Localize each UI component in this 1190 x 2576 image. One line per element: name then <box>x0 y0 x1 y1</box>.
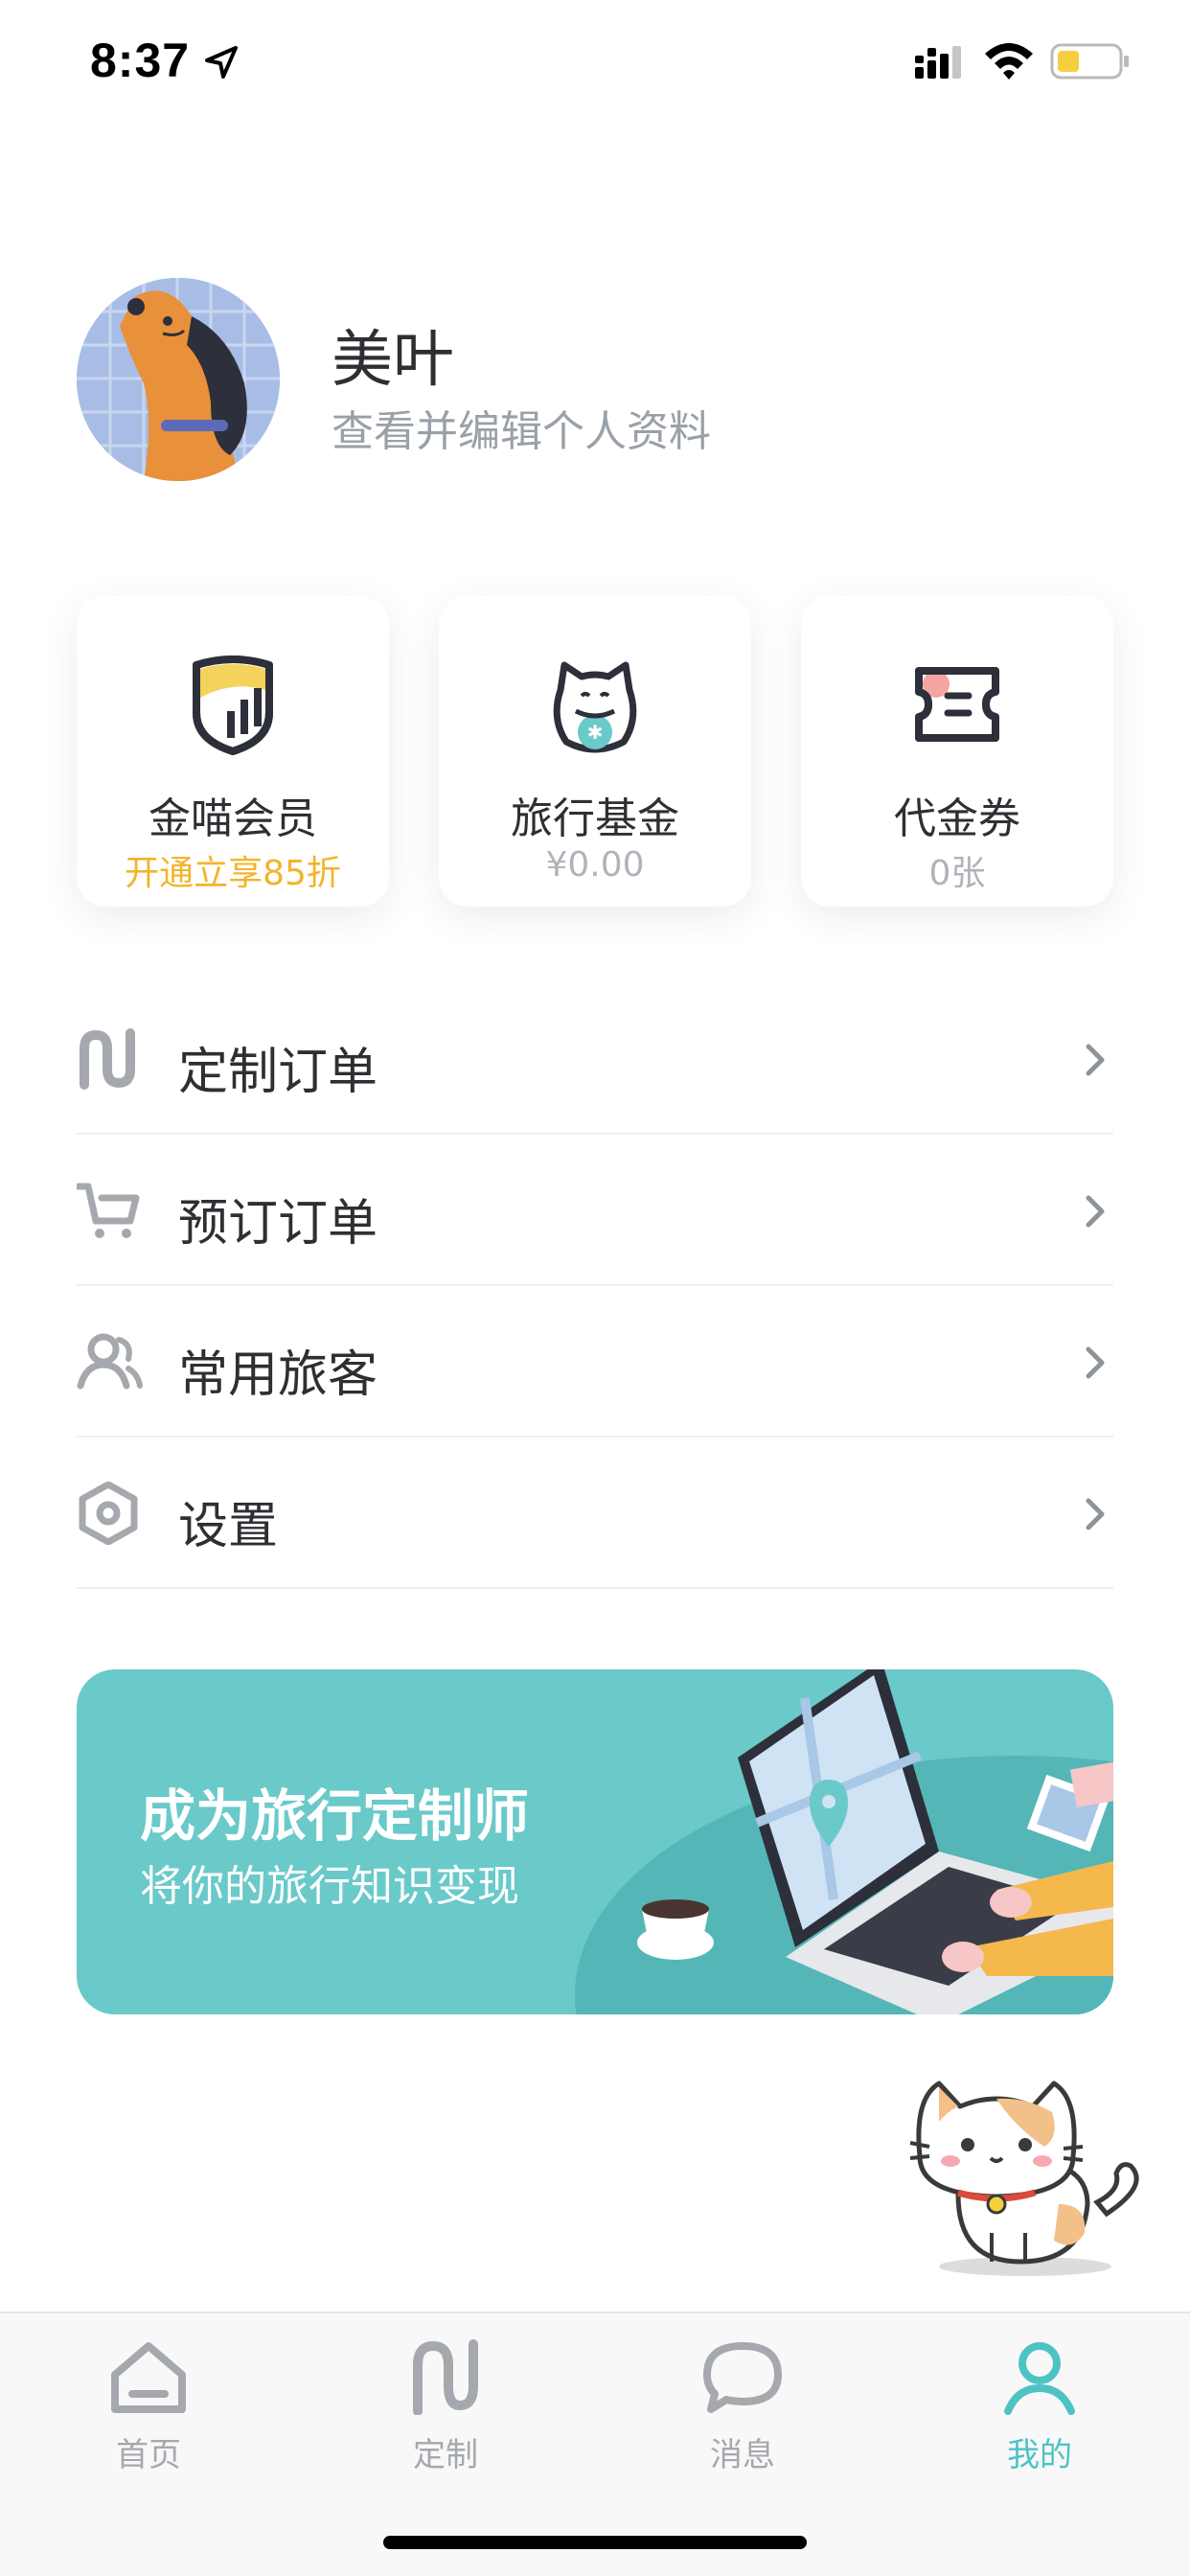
chevron-right-icon <box>1086 1195 1105 1228</box>
tab-label: 定制 <box>413 2436 478 2474</box>
tab-messages[interactable]: 消息 <box>647 2338 838 2492</box>
cart-icon <box>77 1183 140 1238</box>
tab-profile[interactable]: 我的 <box>944 2338 1135 2492</box>
travelers-icon <box>77 1333 143 1390</box>
become-planner-banner[interactable]: 成为旅行定制师 将你的旅行知识变现 <box>77 1669 1113 2014</box>
tab-label: 我的 <box>1007 2436 1072 2474</box>
banner-subtitle: 将你的旅行知识变现 <box>140 1862 519 1911</box>
tab-home[interactable]: 首页 <box>53 2338 244 2492</box>
menu-item-frequent-travelers[interactable]: 常用旅客 <box>77 1286 1113 1438</box>
message-icon <box>703 2342 782 2413</box>
tab-label: 消息 <box>710 2436 775 2474</box>
menu-item-booking-orders[interactable]: 预订订单 <box>77 1135 1113 1286</box>
home-indicator[interactable] <box>383 2536 807 2549</box>
ticket-icon <box>915 667 999 742</box>
shield-member-icon <box>193 656 273 755</box>
profile-icon <box>1004 2342 1075 2415</box>
chevron-right-icon <box>1086 1498 1105 1530</box>
avatar[interactable] <box>77 278 280 481</box>
banner-title: 成为旅行定制师 <box>140 1783 530 1849</box>
card-subtitle: 开通立享85折 <box>125 854 341 893</box>
chevron-right-icon <box>1086 1346 1105 1379</box>
svg-text:✱: ✱ <box>587 721 604 744</box>
lucky-cat-icon: ✱ <box>553 661 637 753</box>
chevron-right-icon <box>1086 1044 1105 1076</box>
tab-label: 首页 <box>116 2436 181 2474</box>
status-time: 8:37 <box>90 34 191 87</box>
menu-label: 设置 <box>178 1498 279 1555</box>
battery-icon <box>1050 43 1129 80</box>
custom-icon <box>413 2339 478 2415</box>
menu-label: 定制订单 <box>178 1044 378 1101</box>
wifi-icon <box>985 43 1033 80</box>
dog-avatar-icon <box>77 278 280 481</box>
edit-profile-link[interactable]: 查看并编辑个人资料 <box>332 397 711 458</box>
menu-item-settings[interactable]: 设置 <box>77 1438 1113 1589</box>
location-arrow-icon <box>205 46 238 79</box>
cat-mascot-icon <box>909 2081 1139 2276</box>
travel-fund-card[interactable]: ✱ 旅行基金 ¥0.00 <box>439 596 751 907</box>
home-icon <box>111 2342 186 2413</box>
tab-custom[interactable]: 定制 <box>350 2338 541 2492</box>
profile-name[interactable]: 美叶 <box>332 310 454 399</box>
card-subtitle: ¥0.00 <box>545 845 645 885</box>
cellular-signal-icon <box>915 46 961 79</box>
menu-label: 预订订单 <box>178 1195 378 1253</box>
menu-label: 常用旅客 <box>178 1346 378 1404</box>
menu-item-custom-orders[interactable]: 定制订单 <box>77 983 1113 1135</box>
settings-hex-icon <box>79 1482 138 1545</box>
card-title: 代金券 <box>894 794 1020 843</box>
card-title: 金喵会员 <box>149 794 317 843</box>
status-bar: 8:37 <box>0 0 1190 125</box>
voucher-card[interactable]: 代金券 0张 <box>801 596 1113 907</box>
member-card[interactable]: 金喵会员 开通立享85折 <box>77 596 389 907</box>
custom-order-icon <box>80 1028 135 1090</box>
card-subtitle: 0张 <box>928 854 986 893</box>
card-title: 旅行基金 <box>511 794 679 843</box>
